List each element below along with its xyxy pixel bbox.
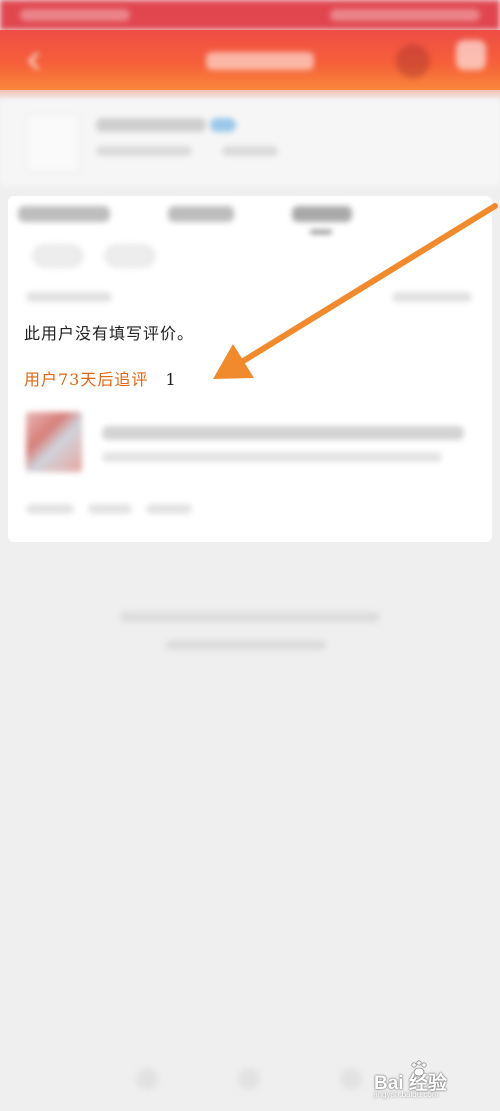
nav-icon-3[interactable] [340, 1068, 362, 1090]
goods-row[interactable] [26, 412, 478, 476]
review-options[interactable] [392, 292, 472, 302]
followup-row[interactable]: 用户73天后追评 1 [24, 366, 176, 390]
watermark-sub: jingyan.baidu.com [374, 1090, 439, 1099]
tab-underline [310, 230, 332, 234]
status-bar-left [20, 9, 130, 21]
followup-label[interactable]: 用户73天后追评 [24, 370, 148, 389]
share-icon[interactable] [396, 44, 430, 78]
review-actions [26, 504, 206, 516]
header-fade [0, 90, 500, 100]
followup-count: 1 [165, 370, 176, 389]
nav-icon-1[interactable] [136, 1068, 158, 1090]
product-name [96, 118, 206, 132]
product-meta-2 [222, 146, 278, 156]
tab-followup[interactable] [168, 206, 234, 222]
back-icon[interactable] [24, 50, 46, 72]
tab-selected[interactable] [292, 206, 352, 222]
product-summary[interactable] [0, 100, 500, 186]
page-title [206, 52, 314, 70]
product-thumbnail [26, 114, 80, 172]
product-meta [96, 146, 192, 156]
filter-chip-2[interactable] [104, 244, 156, 268]
review-card: 此用户没有填写评价。 用户73天后追评 1 [8, 196, 492, 542]
goods-title [102, 426, 464, 440]
product-badge [210, 118, 236, 132]
status-bar [0, 0, 500, 30]
app-header [0, 30, 500, 92]
watermark: Bai 经验 jingyan.baidu.com [374, 1058, 492, 1099]
paw-icon [411, 1060, 427, 1077]
tab-all-reviews[interactable] [18, 206, 110, 222]
status-bar-right [330, 9, 480, 21]
action-3[interactable] [146, 504, 192, 514]
goods-thumbnail [26, 412, 82, 472]
goods-spec [102, 452, 442, 462]
end-notice-line-2 [166, 640, 326, 650]
end-notice-line-1 [120, 612, 380, 622]
action-1[interactable] [26, 504, 74, 514]
no-review-text: 此用户没有填写评价。 [24, 324, 195, 343]
nav-icon-2[interactable] [238, 1068, 260, 1090]
review-date [26, 292, 112, 302]
action-2[interactable] [88, 504, 132, 514]
more-icon[interactable] [456, 40, 486, 70]
filter-chip-1[interactable] [32, 244, 84, 268]
